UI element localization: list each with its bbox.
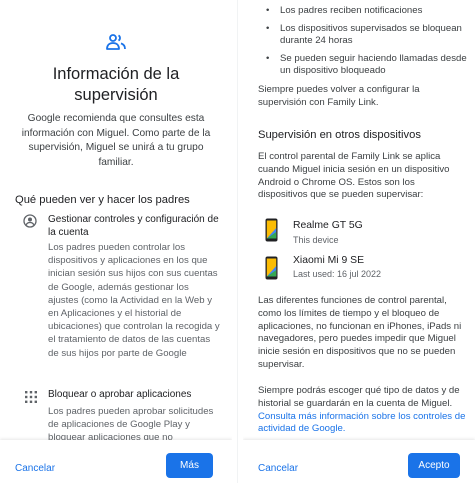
family-group-icon: [106, 34, 126, 50]
panel-divider: [237, 0, 238, 483]
device-status: Last used: 16 jul 2022: [293, 269, 382, 279]
page-title: Información de la supervisión: [52, 65, 180, 104]
item-title-block-apps: Bloquear o aprobar aplicaciones: [48, 389, 192, 400]
phone-icon: [265, 256, 278, 280]
accept-button[interactable]: Acepto: [408, 453, 460, 478]
limits-text: Las diferentes funciones de control pare…: [258, 295, 462, 370]
account-circle-icon: [23, 214, 37, 228]
bullet-list: • Los padres reciben notificaciones • Los …: [260, 5, 468, 83]
item-title-manage-controls: Gestionar controles y configuración de l…: [48, 214, 219, 238]
more-button[interactable]: Más: [166, 453, 213, 478]
intro-text: Google recomienda que consultes esta inf…: [21, 113, 211, 168]
supervision-info-panel: Información de la supervisión Google rec…: [0, 0, 232, 483]
device-name: Realme GT 5G: [293, 220, 363, 231]
list-item: • Los padres reciben notificaciones: [266, 5, 423, 16]
apps-grid-icon: [25, 391, 37, 403]
device-name: Xiaomi Mi 9 SE: [293, 255, 365, 266]
other-devices-text: El control parental de Family Link se ap…: [258, 151, 450, 201]
other-devices-heading: Supervisión en otros dispositivos: [258, 129, 421, 141]
supervision-info-scroll[interactable]: Información de la supervisión Google rec…: [0, 0, 232, 440]
activity-controls-link[interactable]: Consulta más información sobre los contr…: [258, 411, 465, 435]
section-heading: Qué pueden ver y hacer los padres: [15, 194, 190, 206]
phone-icon: [265, 218, 278, 242]
item-desc-block-apps: Los padres pueden aprobar solicitudes de…: [48, 406, 214, 440]
data-history-text: Siempre podrás escoger qué tipo de datos…: [258, 385, 466, 435]
item-desc-manage-controls: Los padres pueden controlar los disposit…: [48, 242, 220, 359]
list-item: • Se pueden seguir haciendo llamadas desd…: [266, 52, 467, 77]
supervision-terms-panel: • Los padres reciben notificaciones • Los …: [243, 0, 475, 483]
device-status: This device: [293, 235, 339, 245]
cancel-button[interactable]: Cancelar: [15, 463, 55, 474]
reconfigure-text: Siempre puedes volver a configurar la su…: [258, 84, 420, 108]
cancel-button[interactable]: Cancelar: [258, 463, 298, 474]
list-item: • Los dispositivos supervisados se bloque…: [266, 22, 462, 47]
supervision-terms-scroll[interactable]: • Los padres reciben notificaciones • Los …: [243, 0, 475, 440]
